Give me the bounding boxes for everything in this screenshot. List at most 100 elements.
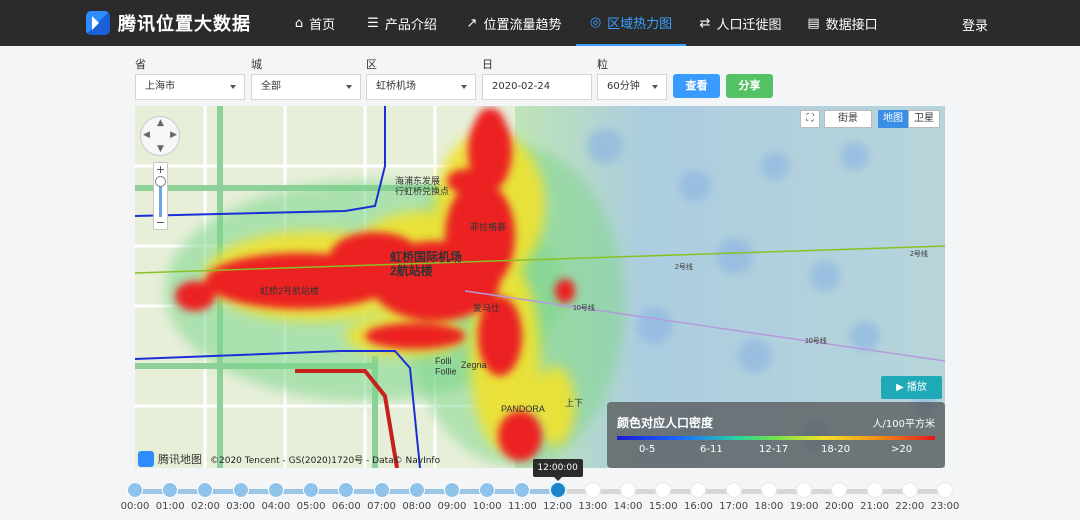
timeline-hour-dot[interactable]: [127, 482, 143, 498]
legend-gradient: [617, 436, 935, 440]
street-view-label: 街景: [838, 113, 858, 124]
zoom-control[interactable]: + −: [153, 162, 168, 230]
timeline-hour-label: 20:00: [824, 501, 854, 512]
zoom-in-icon[interactable]: +: [154, 163, 167, 176]
timeline-hour-dot[interactable]: [232, 482, 249, 498]
line10-label: 10号线: [573, 303, 595, 312]
timeline-hour-dot[interactable]: [408, 482, 425, 498]
timeline-hour-label: 17:00: [719, 501, 749, 512]
timeline-hour-dot[interactable]: [584, 482, 601, 498]
zoom-out-icon[interactable]: −: [154, 216, 167, 229]
zoom-slider-handle[interactable]: [155, 176, 166, 187]
timeline-hour-dot[interactable]: [620, 482, 637, 498]
granularity-value: 60分钟: [607, 81, 640, 92]
brand-logo[interactable]: 腾讯位置大数据: [86, 10, 251, 36]
legend-bin: >20: [891, 444, 913, 455]
legend-title: 颜色对应人口密度: [617, 416, 714, 430]
timeline-hour-dot[interactable]: [831, 482, 848, 498]
pan-right-icon[interactable]: ▶: [170, 130, 177, 140]
timeline-hour-dot[interactable]: [373, 482, 390, 498]
timeline-hour-dot[interactable]: [479, 482, 496, 498]
timeline-hour-label: 11:00: [507, 501, 537, 512]
document-icon: ▤: [807, 15, 820, 31]
timeline-hour-dot[interactable]: [796, 482, 813, 498]
brand-title: 腾讯位置大数据: [118, 14, 251, 35]
timeline-hour-dot[interactable]: [690, 482, 707, 498]
list-icon: ☰: [367, 15, 379, 31]
city-value: 全部: [261, 81, 281, 92]
timeline-hour-dot[interactable]: [197, 482, 214, 498]
granularity-select[interactable]: 60分钟: [597, 74, 667, 100]
play-button[interactable]: ▶ 播放: [881, 376, 942, 399]
time-slider[interactable]: 12:00:00 00:00 01:00 02:00 03:00 04:00 05:00 0…: [0, 459, 1080, 520]
nav-item-label: 位置流量趋势: [483, 17, 562, 33]
timeline-hour-dot[interactable]: [901, 482, 918, 498]
density-legend: 颜色对应人口密度 人/100平方米 0-5 6-11 12-17 18-20 >…: [607, 402, 945, 468]
timeline-hour-label: 00:00: [120, 501, 150, 512]
timeline-hour-label: 01:00: [155, 501, 185, 512]
province-select[interactable]: 上海市: [135, 74, 245, 100]
nav-item-label: 产品介绍: [384, 17, 437, 33]
timeline-hour-dot[interactable]: [655, 482, 672, 498]
timeline-hour-label: 12:00: [543, 501, 572, 512]
timeline-hour-label: 02:00: [191, 501, 220, 512]
chevron-down-icon: [652, 85, 658, 89]
trend-chart-icon: ↗: [466, 15, 478, 31]
chevron-down-icon: [461, 85, 467, 89]
timeline-hour-label: 06:00: [331, 501, 361, 512]
city-select[interactable]: 全部: [251, 74, 361, 100]
timeline-hour-dot[interactable]: [338, 482, 355, 498]
map-mode-button[interactable]: 地图: [878, 110, 908, 128]
fila-poi-label: 菲拉格慕: [470, 221, 506, 232]
district-select[interactable]: 虹桥机场: [366, 74, 476, 100]
timeline-hour-label: 19:00: [789, 501, 819, 512]
pan-down-icon[interactable]: ▼: [157, 144, 164, 154]
main-nav: ⌂ 首页 ☰ 产品介绍 ↗ 位置流量趋势 ◎ 区域热力图 ⇄ 人口迁徙图 ▤ 数据接口: [280, 0, 892, 46]
legend-bin: 18-20: [821, 444, 851, 455]
timeline-hour-dot[interactable]: [162, 482, 179, 498]
timeline-hour-label: 22:00: [895, 501, 925, 512]
fullscreen-icon[interactable]: ⛶: [800, 110, 820, 128]
pan-left-icon[interactable]: ◀: [143, 130, 150, 140]
query-button[interactable]: 查看: [673, 74, 720, 98]
timeline-hour-label: 15:00: [648, 501, 678, 512]
home-icon: ⌂: [294, 15, 304, 31]
chevron-down-icon: [230, 85, 236, 89]
share-button[interactable]: 分享: [726, 74, 773, 98]
radar-icon: ◎: [589, 14, 602, 30]
street-view-button[interactable]: 街景: [824, 110, 872, 128]
timeline-hour-dot[interactable]: [725, 482, 742, 498]
timeline-hour-dot[interactable]: [303, 482, 320, 498]
nav-item-label: 数据接口: [825, 17, 878, 33]
date-picker[interactable]: 2020-02-24: [482, 74, 592, 100]
nav-item-3[interactable]: ◎ 区域热力图: [576, 0, 686, 46]
timeline-hour-label: 18:00: [754, 501, 784, 512]
hermes-poi-label: 爱马仕: [473, 302, 500, 313]
heatmap-map[interactable]: 海浦东发展行虹桥兑换点 菲拉格慕 虹桥国际机场 2航站楼 虹桥2号航站楼 爱马仕 …: [135, 106, 945, 468]
nav-item-5[interactable]: ▤ 数据接口: [795, 0, 890, 46]
timeline-hour-dot[interactable]: [866, 482, 883, 498]
timeline-hour-dot[interactable]: [937, 482, 953, 498]
timeline-hour-label: 21:00: [860, 501, 889, 512]
timeline-hour-dot[interactable]: [267, 482, 284, 498]
timeline-hour-label: 16:00: [684, 501, 713, 512]
timeline-hour-dot[interactable]: [514, 482, 531, 498]
legend-bin: 0-5: [639, 444, 656, 455]
map-copyright: ©2020 Tencent - GS(2020)1720号 - Data© Na…: [210, 455, 441, 466]
satellite-mode-button[interactable]: 卫星: [908, 110, 940, 128]
nav-item-0[interactable]: ⌂ 首页: [280, 0, 350, 46]
pan-control[interactable]: ▲ ▼ ◀ ▶: [140, 116, 180, 156]
nav-item-label: 区域热力图: [607, 16, 673, 32]
nav-item-1[interactable]: ☰ 产品介绍: [352, 0, 452, 46]
timeline-hour-dot[interactable]: [443, 482, 460, 498]
date-value: 2020-02-24: [492, 81, 551, 92]
district-value: 虹桥机场: [376, 81, 416, 92]
province-value: 上海市: [145, 81, 175, 92]
pan-up-icon[interactable]: ▲: [157, 118, 164, 128]
nav-item-4[interactable]: ⇄ 人口迁徙图: [688, 0, 793, 46]
login-link[interactable]: 登录: [962, 15, 988, 34]
timeline-hour-dot[interactable]: [760, 482, 777, 498]
nav-item-2[interactable]: ↗ 位置流量趋势: [454, 0, 574, 46]
legend-bin: 6-11: [700, 444, 723, 455]
timeline-hour-dot[interactable]: [548, 481, 567, 499]
